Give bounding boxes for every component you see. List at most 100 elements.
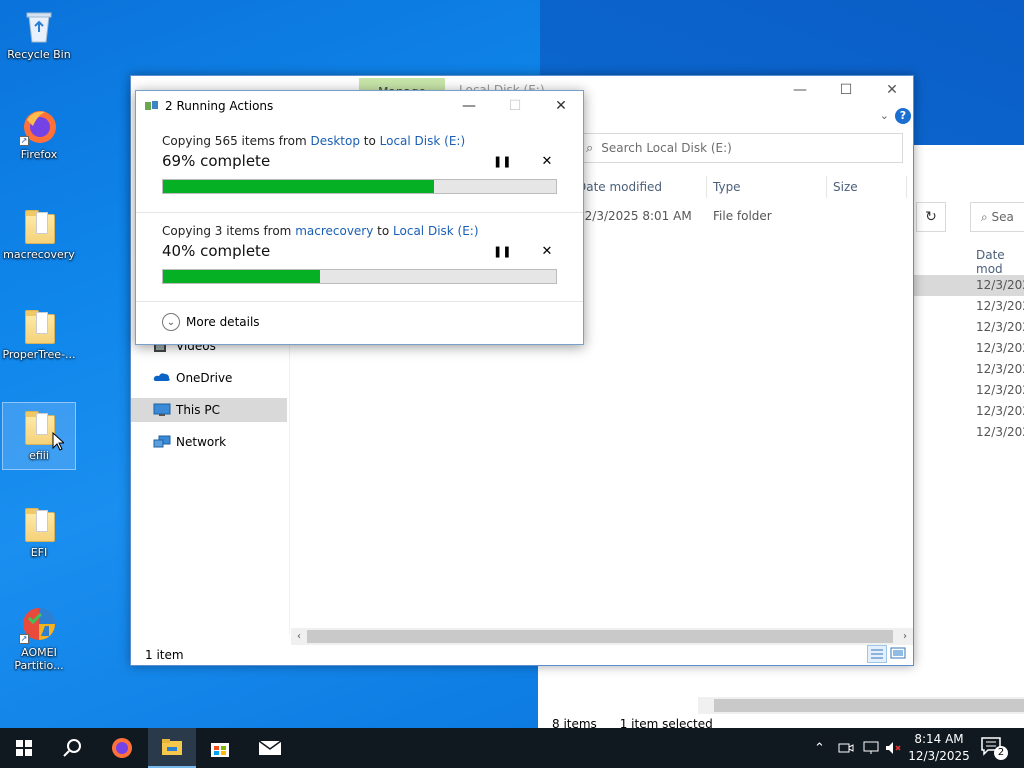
desktop-icon-label: AOMEI Partitio... [14, 646, 64, 672]
row-type[interactable]: File folder [713, 209, 772, 223]
list-item[interactable]: 12/3/2025 [914, 296, 1024, 317]
maximize-button[interactable]: ☐ [823, 76, 869, 104]
taskbar-file-explorer[interactable] [148, 728, 196, 768]
scrollbar-thumb[interactable] [714, 699, 1024, 712]
windows-icon [16, 740, 32, 756]
row-date[interactable]: 12/3/2025 8:01 AM [577, 209, 692, 223]
list-item[interactable]: 12/3/2025 [914, 380, 1024, 401]
progress-fill [163, 270, 321, 283]
search-input[interactable]: ⌕ Search Local Disk (E:) [577, 133, 903, 163]
action-center-button[interactable]: 2 [980, 736, 1008, 760]
mail-icon [258, 740, 282, 755]
column-separator[interactable] [826, 176, 827, 198]
column-header-type[interactable]: Type [713, 180, 741, 194]
more-details-button[interactable]: ⌄ More details [162, 313, 260, 331]
nav-item-network[interactable]: Network [131, 430, 287, 454]
desktop-icon-macrecovery[interactable]: macrecovery [2, 202, 76, 272]
column-header-date[interactable]: Date modified [577, 180, 662, 194]
aomei-icon: ↗ [19, 604, 59, 644]
folder-icon [19, 306, 59, 346]
progress-bar [162, 269, 557, 284]
this-pc-icon [153, 403, 171, 417]
list-item[interactable]: 12/3/2025 [914, 422, 1024, 443]
scroll-right-icon[interactable]: › [897, 628, 913, 645]
scroll-left-icon[interactable]: ‹ [291, 628, 307, 645]
column-header-date[interactable]: Date mod [976, 248, 1024, 276]
desktop-icon-efiii[interactable]: efiii [2, 402, 76, 470]
horizontal-scrollbar[interactable] [698, 697, 1024, 714]
taskbar-mail[interactable] [246, 728, 294, 768]
desktop-icon-recycle-bin[interactable]: Recycle Bin [2, 2, 76, 72]
search-button[interactable] [48, 728, 96, 768]
list-item[interactable]: 12/3/2025 [914, 317, 1024, 338]
clock-date: 12/3/2025 [908, 749, 970, 763]
desktop-icon-propertree[interactable]: ProperTree-... [2, 302, 76, 372]
nav-item-onedrive[interactable]: OneDrive [131, 366, 287, 390]
taskbar-firefox[interactable] [98, 728, 146, 768]
mouse-cursor-icon [52, 432, 64, 451]
folder-icon [19, 206, 59, 246]
nav-pane-splitter[interactable] [289, 334, 290, 634]
folder-icon [19, 504, 59, 544]
search-input[interactable]: ⌕ Sea [970, 202, 1024, 232]
list-item[interactable]: 12/3/2025 [914, 338, 1024, 359]
shortcut-arrow-icon: ↗ [19, 136, 29, 146]
notification-count: 2 [994, 746, 1008, 760]
nav-item-this-pc[interactable]: This PC [131, 398, 287, 422]
show-hidden-icons-button[interactable]: ⌃ [814, 728, 825, 768]
list-item[interactable]: 12/3/2025 [914, 359, 1024, 380]
desktop-icon-aomei[interactable]: ↗ AOMEI Partitio... [2, 600, 76, 684]
dialog-title-bar[interactable]: 2 Running Actions — ☐ ✕ [136, 91, 583, 121]
chevron-down-icon: ⌄ [162, 313, 180, 331]
horizontal-scrollbar[interactable]: ‹ › [291, 628, 913, 645]
dialog-title: 2 Running Actions [165, 99, 274, 113]
column-separator[interactable] [706, 176, 707, 198]
volume-muted-icon[interactable] [884, 728, 902, 768]
column-header-size[interactable]: Size [833, 180, 858, 194]
list-item[interactable]: 12/3/2025 [914, 401, 1024, 422]
desktop-icon-efi[interactable]: EFI [2, 500, 76, 570]
operation-description: Copying 3 items from macrecovery to Loca… [162, 224, 479, 238]
list-item[interactable]: 12/3/2025 [914, 275, 1024, 296]
operation-description: Copying 565 items from Desktop to Local … [162, 134, 466, 148]
network-status-icon[interactable] [862, 728, 880, 768]
start-button[interactable] [0, 728, 48, 768]
recycle-bin-icon [19, 6, 59, 46]
help-icon[interactable]: ? [895, 108, 911, 124]
destination-link[interactable]: Local Disk (E:) [393, 224, 479, 238]
scrollbar-thumb[interactable] [307, 630, 893, 643]
close-button[interactable]: ✕ [869, 76, 915, 104]
details-view-icon[interactable] [867, 645, 887, 663]
taskbar-store[interactable] [196, 728, 244, 768]
close-button[interactable]: ✕ [538, 91, 584, 121]
refresh-icon[interactable]: ↻ [916, 202, 946, 232]
network-icon [153, 435, 171, 449]
meet-now-icon[interactable] [838, 728, 854, 768]
divider [136, 301, 583, 302]
desktop-icon-label: efiii [29, 449, 49, 462]
copy-icon [145, 100, 159, 112]
pause-icon[interactable]: ❚❚ [493, 244, 511, 260]
clock-time: 8:14 AM [914, 732, 964, 746]
cancel-icon[interactable]: ✕ [539, 244, 555, 260]
progress-bar [162, 179, 557, 194]
running-actions-dialog[interactable]: 2 Running Actions — ☐ ✕ Copying 565 item… [135, 90, 584, 345]
minimize-button[interactable]: — [446, 91, 492, 121]
ribbon-expand-icon[interactable]: ⌄ [880, 109, 889, 122]
minimize-button[interactable]: — [777, 76, 823, 104]
column-separator[interactable] [906, 176, 907, 198]
large-icons-view-icon[interactable] [889, 645, 909, 663]
firefox-icon: ↗ [19, 106, 59, 146]
search-icon: ⌕ [981, 210, 992, 224]
maximize-button: ☐ [508, 98, 522, 114]
cancel-icon[interactable]: ✕ [539, 154, 555, 170]
source-link[interactable]: macrecovery [295, 224, 373, 238]
destination-link[interactable]: Local Disk (E:) [380, 134, 466, 148]
source-link[interactable]: Desktop [310, 134, 360, 148]
pause-icon[interactable]: ❚❚ [493, 154, 511, 170]
firefox-icon [112, 738, 132, 758]
desktop-icon-firefox[interactable]: ↗ Firefox [2, 102, 76, 172]
system-clock[interactable]: 8:14 AM 12/3/2025 [906, 731, 972, 765]
desktop-icon-label: EFI [30, 546, 48, 559]
desktop-icon-label: Recycle Bin [7, 48, 71, 61]
